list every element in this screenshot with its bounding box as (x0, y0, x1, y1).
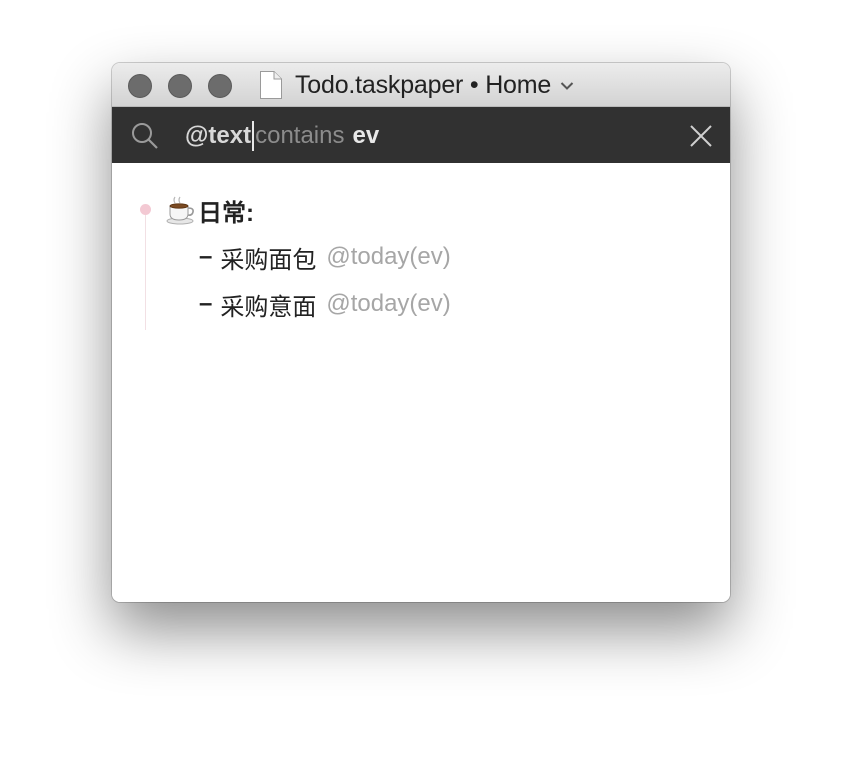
project-label: 日常: (198, 199, 254, 227)
window-title-group[interactable]: Todo.taskpaper • Home (259, 70, 574, 100)
query-attribute: @text (185, 122, 252, 149)
document-icon (260, 71, 282, 99)
coffee-cup-icon (166, 196, 194, 225)
task-tag[interactable]: @today(ev) (326, 243, 450, 271)
task-item[interactable]: – 采购意面 @today(ev) (199, 287, 451, 321)
search-icon (132, 123, 158, 149)
query-value: ev (352, 122, 380, 149)
indent-guide-line (145, 214, 146, 330)
search-input[interactable]: @text contains ev (185, 120, 379, 152)
task-text: 采购意面 (220, 293, 317, 321)
close-icon[interactable] (688, 123, 714, 149)
window-title: Todo.taskpaper • Home (295, 70, 552, 99)
query-operator: contains (255, 122, 345, 149)
zoom-window-button[interactable] (208, 74, 232, 98)
project-row[interactable]: 日常: (164, 193, 254, 227)
minimize-window-button[interactable] (168, 74, 192, 98)
project-handle[interactable] (140, 204, 151, 215)
close-window-button[interactable] (128, 74, 152, 98)
task-dash: – (199, 243, 213, 270)
chevron-down-icon[interactable] (560, 81, 574, 91)
task-dash: – (199, 290, 213, 317)
task-text: 采购面包 (220, 246, 317, 274)
title-bar[interactable]: Todo.taskpaper • Home (112, 63, 730, 107)
task-tag[interactable]: @today(ev) (326, 290, 450, 318)
search-bar: @text contains ev (112, 107, 730, 163)
task-item[interactable]: – 采购面包 @today(ev) (199, 240, 451, 274)
app-window: Todo.taskpaper • Home @textcontains ev (112, 63, 730, 602)
text-caret (252, 121, 255, 151)
outline-editor[interactable]: 日常: – 采购面包 @today(ev) – 采购意面 @today(ev) (112, 163, 730, 602)
